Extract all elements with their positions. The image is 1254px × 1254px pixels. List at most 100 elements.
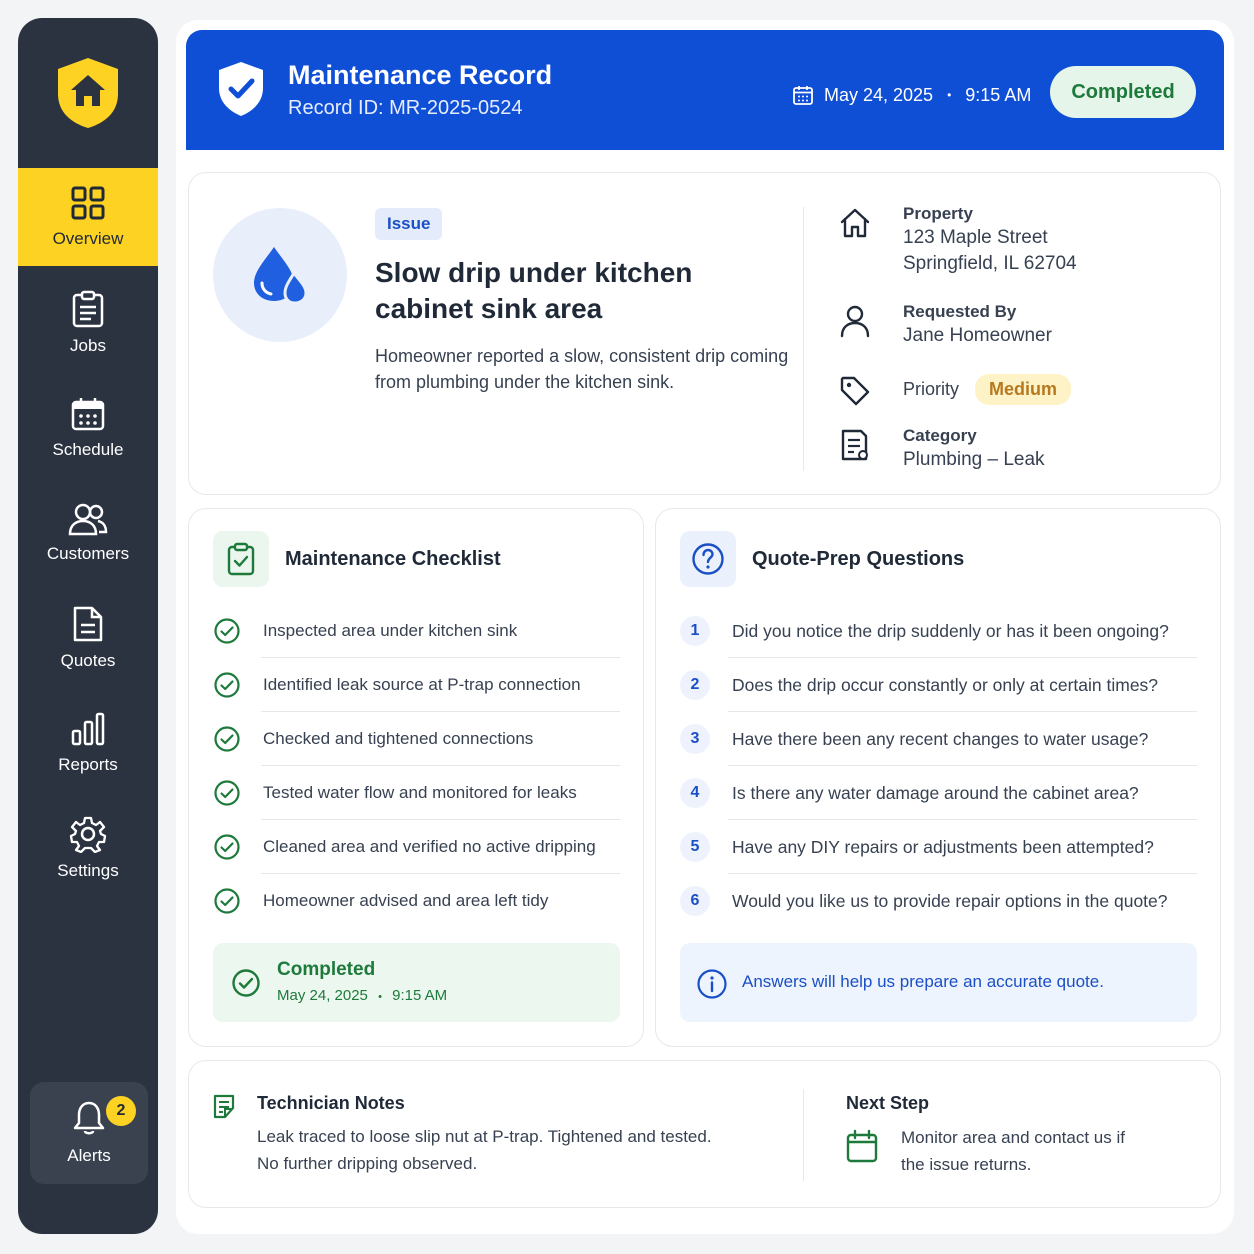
gear-icon: [69, 816, 107, 853]
divider: [803, 207, 804, 471]
sidebar-item-jobs[interactable]: Jobs: [18, 274, 158, 372]
question-number: 3: [680, 724, 710, 754]
issue-card: Issue Slow drip under kitchen cabinet si…: [188, 172, 1221, 495]
completion-timestamp: May 24, 2025 • 9:15 AM: [277, 987, 447, 1004]
quote-prep-questions-card: Quote-Prep Questions 1 Did you notice the…: [655, 508, 1221, 1047]
bar-chart-icon: [71, 712, 105, 746]
divider: [803, 1089, 804, 1181]
sidebar-item-reports[interactable]: Reports: [18, 694, 158, 792]
check-circle-icon: [214, 672, 240, 698]
completion-date: May 24, 2025: [277, 987, 368, 1004]
checklist-item-text: Homeowner advised and area left tidy: [263, 891, 549, 910]
property-address-line2: Springfield, IL 62704: [903, 253, 1077, 274]
technician-notes-line: No further dripping observed.: [257, 1154, 478, 1173]
issue-title: Slow drip under kitchen cabinet sink are…: [375, 257, 693, 324]
completion-label: Completed: [277, 959, 376, 980]
checklist-item: Tested water flow and monitored for leak…: [213, 766, 620, 820]
alerts-button[interactable]: 2 Alerts: [30, 1082, 148, 1184]
next-step-text: Monitor area and contact us if the issue…: [901, 1124, 1171, 1178]
question-badge: [680, 531, 736, 587]
question-text: Have there been any recent changes to wa…: [732, 728, 1149, 749]
sidebar-item-label: Reports: [58, 755, 118, 774]
category-row: Category Plumbing – Leak: [837, 425, 1045, 473]
sidebar-item-label: Schedule: [52, 440, 124, 459]
check-circle-icon: [214, 618, 240, 644]
question-circle-icon: [692, 543, 724, 575]
checklist-item-text: Inspected area under kitchen sink: [263, 621, 518, 640]
calendar-icon: [71, 398, 105, 431]
completion-banner: Completed May 24, 2025 • 9:15 AM: [213, 943, 620, 1022]
checklist-item-text: Tested water flow and monitored for leak…: [263, 783, 577, 802]
page-title: Maintenance Record: [288, 60, 553, 90]
next-step-line: Monitor area and contact us if: [901, 1128, 1125, 1147]
sidebar-item-label: Jobs: [70, 336, 106, 355]
issue-description: Homeowner reported a slow, consistent dr…: [375, 346, 789, 392]
quote-info-text: Answers will help us prepare an accurate…: [742, 972, 1104, 991]
sidebar-item-customers[interactable]: Customers: [18, 484, 158, 582]
questions-list: 1 Did you notice the drip suddenly or has…: [680, 604, 1197, 928]
home-shield-logo[interactable]: [18, 18, 158, 168]
record-datetime: May 24, 2025 • 9:15 AM: [792, 84, 1031, 106]
sidebar-item-label: Quotes: [60, 651, 116, 670]
question-text: Would you like us to provide repair opti…: [732, 890, 1168, 911]
document-icon: [73, 606, 103, 642]
check-circle-icon: [214, 888, 240, 914]
question-number: 1: [680, 616, 710, 646]
checklist-item: Cleaned area and verified no active drip…: [213, 820, 620, 874]
calendar-icon: [793, 86, 813, 105]
question-item: 6 Would you like us to provide repair opt…: [680, 874, 1169, 928]
question-item: 5 Have any DIY repairs or adjustments bee…: [680, 820, 1197, 874]
sidebar-item-label: Settings: [57, 861, 119, 880]
bell-icon: [73, 1101, 105, 1135]
home-shield-icon: [58, 58, 118, 128]
sidebar-item-label: Overview: [52, 229, 124, 248]
next-step-title: Next Step: [846, 1093, 930, 1113]
question-item: 3 Have there been any recent changes to w…: [680, 712, 1197, 766]
check-circle-icon: [232, 969, 260, 997]
alerts-label: Alerts: [67, 1146, 111, 1165]
category-value: Plumbing – Leak: [903, 449, 1045, 470]
requested-by-label: Requested By: [903, 302, 1017, 321]
clipboard-check-badge: [213, 531, 269, 587]
clipboard-check-icon: [227, 542, 255, 576]
requested-by-row: Requested By Jane Homeowner: [837, 301, 1052, 349]
sidebar-item-quotes[interactable]: Quotes: [18, 589, 158, 687]
sidebar-item-overview[interactable]: Overview: [18, 168, 158, 266]
calendar-icon: [846, 1129, 878, 1163]
checklist-item: Homeowner advised and area left tidy: [213, 874, 596, 928]
question-text: Did you notice the drip suddenly or has …: [732, 620, 1169, 641]
clipboard-icon: [72, 290, 104, 328]
users-icon: [68, 503, 108, 536]
checklist-item: Inspected area under kitchen sink: [213, 604, 620, 658]
question-item: 1 Did you notice the drip suddenly or has…: [680, 604, 1197, 658]
checklist-item: Checked and tightened connections: [213, 712, 620, 766]
category-label: Category: [903, 426, 977, 445]
status-badge: Completed: [1050, 66, 1196, 118]
questions-title: Quote-Prep Questions: [752, 547, 965, 570]
tag-icon: [840, 376, 870, 406]
checklist-item-text: Identified leak source at P-trap connect…: [263, 675, 581, 694]
check-circle-icon: [214, 726, 240, 752]
record-header: Maintenance Record Record ID: MR-2025-05…: [186, 30, 1224, 150]
user-icon: [840, 305, 870, 338]
property-label: Property: [903, 204, 973, 223]
question-text: Have any DIY repairs or adjustments been…: [732, 836, 1154, 857]
checklist-item-text: Cleaned area and verified no active drip…: [263, 837, 596, 856]
grid-icon: [71, 186, 105, 220]
question-item: 4 Is there any water damage around the ca…: [680, 766, 1197, 820]
issue-tag: Issue: [375, 208, 443, 240]
check-circle-icon: [214, 780, 240, 806]
priority-row: Priority Medium: [837, 371, 1072, 409]
sidebar-item-settings[interactable]: Settings: [18, 799, 158, 897]
question-text: Is there any water damage around the cab…: [732, 782, 1139, 803]
technician-notes-line: Leak traced to loose slip nut at P-trap.…: [257, 1127, 712, 1146]
question-item: 2 Does the drip occur constantly or only …: [680, 658, 1197, 712]
question-number: 2: [680, 670, 710, 700]
priority-badge: Medium: [975, 373, 1072, 405]
question-number: 5: [680, 832, 710, 862]
quote-info-banner: Answers will help us prepare an accurate…: [680, 943, 1197, 1022]
checklist-title: Maintenance Checklist: [285, 547, 501, 570]
sidebar-item-schedule[interactable]: Schedule: [18, 379, 158, 477]
next-step-line: the issue returns.: [901, 1155, 1032, 1174]
document-icon: [841, 429, 868, 461]
